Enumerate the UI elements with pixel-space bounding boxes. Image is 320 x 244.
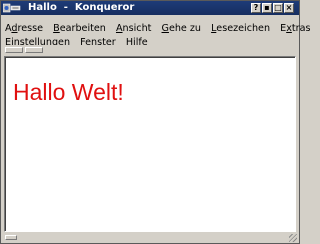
close-button[interactable]: × bbox=[284, 3, 294, 13]
page-heading: Hallo Welt! bbox=[13, 79, 124, 105]
window-title: Hallo - Konqueror bbox=[28, 2, 135, 13]
menu-label-part: esezeichen bbox=[216, 23, 271, 34]
page-view[interactable]: Hallo Welt! bbox=[4, 56, 296, 232]
maximize-button[interactable]: □ bbox=[273, 3, 283, 13]
help-button[interactable]: ? bbox=[251, 3, 261, 13]
menu-lesezeichen[interactable]: Lesezeichen bbox=[211, 22, 270, 36]
konqueror-window: Hallo - Konqueror ? ▪ □ × Adresse Bearbe… bbox=[0, 0, 310, 244]
menu-row-2: Einstellungen Fenster Hilfe bbox=[5, 30, 153, 48]
status-bar bbox=[1, 233, 299, 243]
minimize-button[interactable]: ▪ bbox=[262, 3, 272, 13]
menu-label-part: tras bbox=[291, 23, 311, 34]
menu-extras[interactable]: Extras bbox=[280, 22, 310, 36]
title-bar[interactable]: Hallo - Konqueror ? ▪ □ × bbox=[1, 1, 299, 15]
resize-grip-icon[interactable] bbox=[289, 234, 297, 242]
main-toolbar-handle[interactable] bbox=[5, 47, 23, 53]
menu-gehe-zu[interactable]: Gehe zu bbox=[162, 22, 202, 36]
toolbar-area bbox=[1, 45, 299, 53]
menu-row-1: Adresse Bearbeiten Ansicht Gehe zu Lesez… bbox=[5, 16, 315, 34]
status-bar-handle[interactable] bbox=[5, 235, 17, 240]
konqueror-icon[interactable] bbox=[3, 3, 21, 13]
menu-label-part: ehe zu bbox=[168, 23, 202, 34]
menu-bar: Adresse Bearbeiten Ansicht Gehe zu Lesez… bbox=[1, 15, 310, 48]
location-toolbar-handle[interactable] bbox=[25, 47, 43, 53]
menu-mnemonic: G bbox=[161, 23, 169, 34]
